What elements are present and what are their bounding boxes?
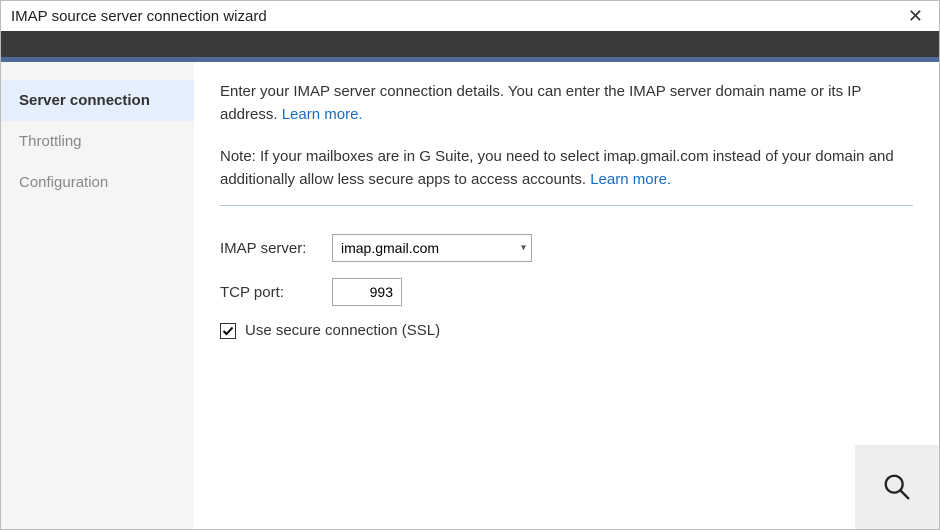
ssl-row: Use secure connection (SSL) — [220, 322, 913, 339]
sidebar-item-server-connection[interactable]: Server connection — [1, 80, 194, 121]
search-icon — [882, 472, 912, 502]
sidebar-item-configuration[interactable]: Configuration — [1, 162, 194, 203]
search-button[interactable] — [855, 445, 939, 529]
main-panel: Enter your IMAP server connection detail… — [194, 62, 939, 529]
intro-paragraph: Enter your IMAP server connection detail… — [220, 80, 913, 127]
wizard-window: IMAP source server connection wizard ✕ S… — [0, 0, 940, 530]
imap-server-label: IMAP server: — [220, 240, 332, 257]
sidebar-item-label: Configuration — [19, 174, 108, 191]
imap-server-row: IMAP server: ▾ — [220, 234, 913, 262]
section-divider — [220, 205, 913, 206]
ssl-label: Use secure connection (SSL) — [245, 322, 440, 339]
note-text: Note: If your mailboxes are in G Suite, … — [220, 148, 894, 188]
note-learn-more-link[interactable]: Learn more. — [590, 171, 671, 188]
ssl-checkbox[interactable] — [220, 323, 236, 339]
sidebar-item-label: Throttling — [19, 133, 82, 150]
checkmark-icon — [222, 325, 234, 337]
sidebar: Server connection Throttling Configurati… — [1, 62, 194, 529]
window-title: IMAP source server connection wizard — [11, 8, 267, 25]
intro-learn-more-link[interactable]: Learn more. — [282, 106, 363, 123]
tcp-port-row: TCP port: — [220, 278, 913, 306]
sidebar-item-throttling[interactable]: Throttling — [1, 121, 194, 162]
tcp-port-label: TCP port: — [220, 284, 332, 301]
sidebar-item-label: Server connection — [19, 92, 150, 109]
titlebar: IMAP source server connection wizard ✕ — [1, 1, 939, 31]
imap-server-combobox[interactable]: ▾ — [332, 234, 532, 262]
header-band-dark — [1, 31, 939, 57]
tcp-port-input[interactable] — [332, 278, 402, 306]
close-button[interactable]: ✕ — [902, 5, 929, 27]
imap-server-input[interactable] — [332, 234, 532, 262]
body: Server connection Throttling Configurati… — [1, 62, 939, 529]
note-paragraph: Note: If your mailboxes are in G Suite, … — [220, 145, 913, 192]
